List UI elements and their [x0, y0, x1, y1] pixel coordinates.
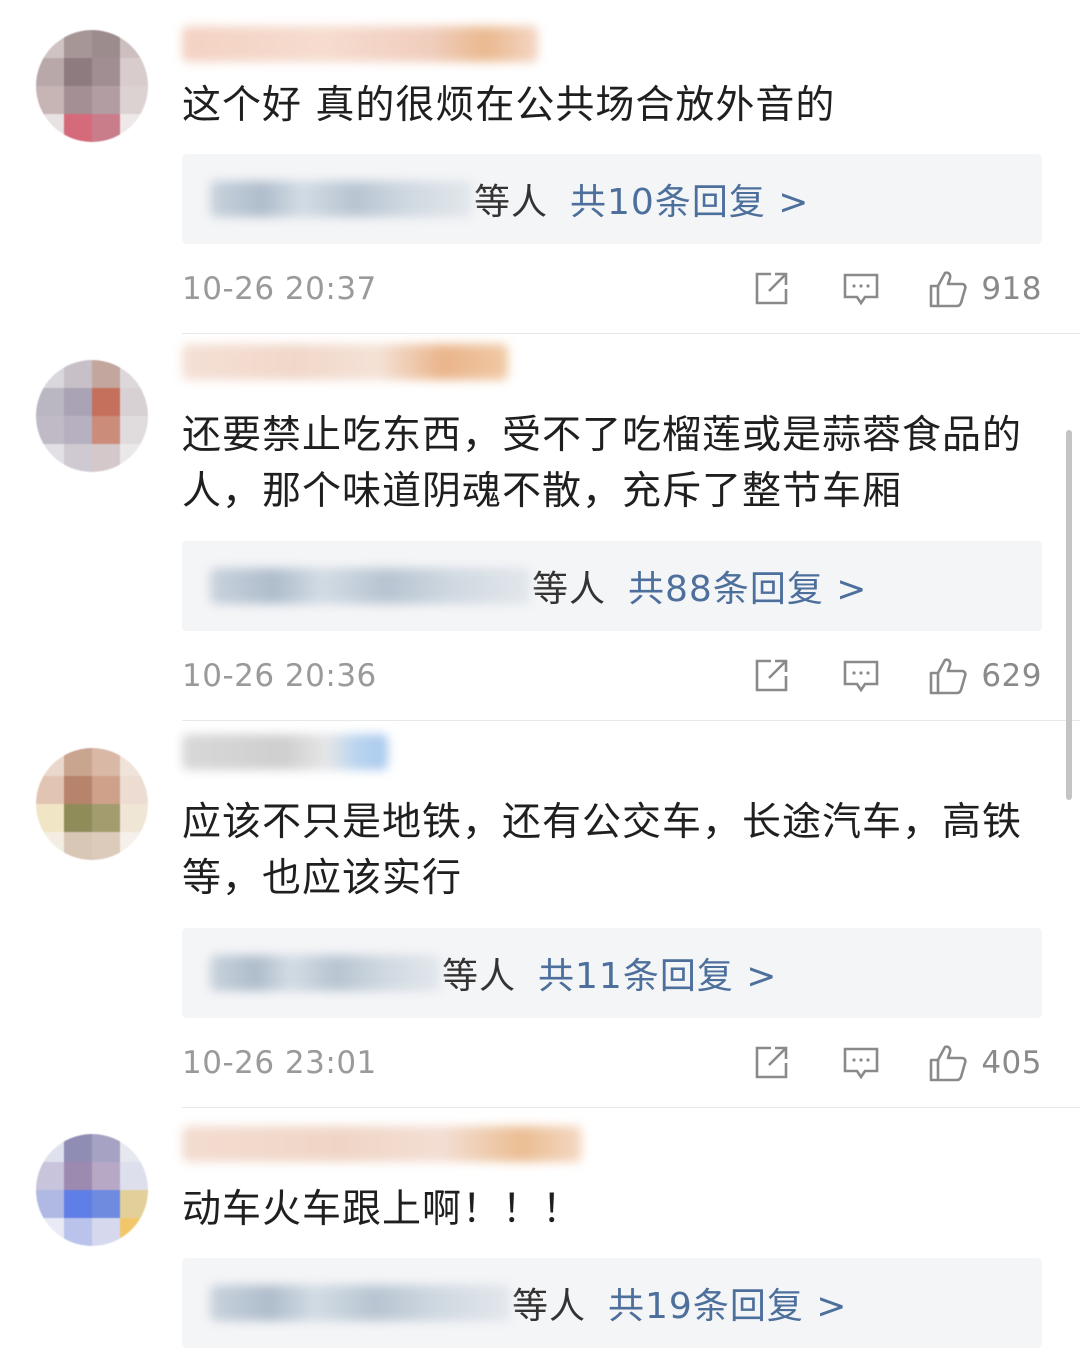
username[interactable] — [182, 26, 538, 62]
comment-icon[interactable] — [839, 267, 883, 311]
comment-meta: 10-26 23:01 405 — [182, 1038, 1042, 1088]
reply-usernames — [210, 568, 530, 604]
thumbs-up-icon — [927, 655, 969, 697]
comment-actions: 629 — [749, 654, 1042, 698]
share-icon[interactable] — [749, 1041, 793, 1085]
comment-meta: 10-26 20:37 918 — [182, 264, 1042, 314]
avatar[interactable] — [36, 748, 148, 860]
like-button[interactable]: 629 — [927, 655, 1042, 697]
reply-count-link[interactable]: 共19条回复 > — [608, 1277, 847, 1329]
reply-count-link[interactable]: 共10条回复 > — [570, 173, 809, 225]
comment-actions: 918 — [749, 267, 1042, 311]
like-button[interactable]: 918 — [927, 268, 1042, 310]
reply-usernames — [210, 181, 472, 217]
comment-icon[interactable] — [839, 1041, 883, 1085]
reply-others-label: 等人 — [474, 182, 549, 223]
scrollbar[interactable] — [1066, 430, 1072, 800]
comment-text: 还要禁止吃东西，受不了吃榴莲或是蒜蓉食品的人，那个味道阴魂不散，充斥了整节车厢 — [182, 413, 1023, 514]
divider — [182, 1107, 1080, 1108]
like-count: 405 — [981, 1045, 1042, 1081]
divider — [182, 333, 1080, 334]
avatar[interactable] — [36, 30, 148, 142]
comment-meta: 10-26 20:36 629 — [182, 651, 1042, 701]
comment-text: 这个好 真的很烦在公共场合放外音的 — [182, 83, 836, 128]
avatar[interactable] — [36, 360, 148, 472]
reply-preview[interactable]: 等人 共19条回复 > — [182, 1258, 1042, 1348]
comment-text: 动车火车跟上啊！！！ — [182, 1187, 583, 1232]
divider — [182, 720, 1080, 721]
like-button[interactable]: 405 — [927, 1042, 1042, 1084]
comment-icon[interactable] — [839, 654, 883, 698]
like-count: 629 — [981, 658, 1042, 694]
reply-others-label: 等人 — [512, 1286, 587, 1327]
username[interactable] — [182, 1126, 582, 1162]
reply-usernames — [210, 955, 440, 991]
username[interactable] — [182, 344, 508, 380]
timestamp: 10-26 23:01 — [182, 1045, 377, 1081]
comment-actions: 405 — [749, 1041, 1042, 1085]
timestamp: 10-26 20:36 — [182, 658, 377, 694]
reply-count-link[interactable]: 共88条回复 > — [628, 560, 867, 612]
avatar[interactable] — [36, 1134, 148, 1246]
comment-text: 应该不只是地铁，还有公交车，长途汽车，高铁等，也应该实行 — [182, 800, 1023, 901]
reply-preview[interactable]: 等人 共88条回复 > — [182, 541, 1042, 631]
like-count: 918 — [981, 271, 1042, 307]
reply-preview[interactable]: 等人 共11条回复 > — [182, 928, 1042, 1018]
reply-count-link[interactable]: 共11条回复 > — [538, 947, 777, 999]
thumbs-up-icon — [927, 268, 969, 310]
comment-feed: 这个好 真的很烦在公共场合放外音的 等人 共10条回复 > 10-26 20:3… — [0, 0, 1080, 1358]
timestamp: 10-26 20:37 — [182, 271, 377, 307]
share-icon[interactable] — [749, 267, 793, 311]
share-icon[interactable] — [749, 654, 793, 698]
thumbs-up-icon — [927, 1042, 969, 1084]
reply-preview[interactable]: 等人 共10条回复 > — [182, 154, 1042, 244]
username[interactable] — [182, 734, 388, 770]
reply-usernames — [210, 1285, 510, 1321]
reply-others-label: 等人 — [532, 569, 607, 610]
reply-others-label: 等人 — [442, 956, 517, 997]
